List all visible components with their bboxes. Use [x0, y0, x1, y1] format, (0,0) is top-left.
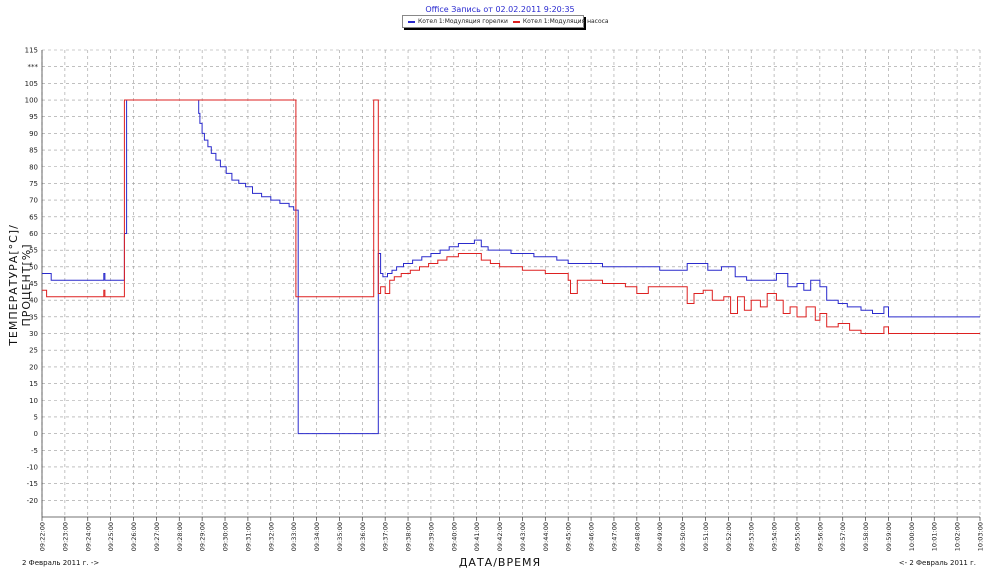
x-tick-label: 09:49:00 [656, 522, 664, 551]
x-tick-label: 10:03:00 [977, 522, 985, 551]
chart-plot: -20-15-10-505101520253035404550556065707… [25, 47, 985, 552]
y-tick-label: -5 [31, 447, 38, 455]
x-tick-label: 09:25:00 [107, 522, 115, 551]
x-tick-label: 09:48:00 [633, 522, 641, 551]
x-tick-label: 09:28:00 [176, 522, 184, 551]
x-tick-label: 09:58:00 [862, 522, 870, 551]
x-tick-label: 09:24:00 [84, 522, 92, 551]
x-axis-label: ДАТА/ВРЕМЯ [458, 556, 542, 569]
y-tick-label: 115 [25, 47, 38, 55]
x-tick-label: 09:32:00 [267, 522, 275, 551]
x-tick-label: 09:23:00 [61, 522, 69, 551]
date-range-end: <- 2 Февраль 2011 г. [898, 559, 976, 567]
x-tick-label: 09:52:00 [725, 522, 733, 551]
x-tick-label: 09:53:00 [748, 522, 756, 551]
x-tick-label: 09:50:00 [679, 522, 687, 551]
x-tick-label: 09:56:00 [816, 522, 824, 551]
x-tick-label: 09:57:00 [839, 522, 847, 551]
y-axis-label: ТЕМПЕРАТУРА[°C]/ПРОЦЕНТ[%] [7, 224, 33, 346]
x-tick-label: 09:33:00 [290, 522, 298, 551]
y-tick-label: 0 [34, 430, 38, 438]
x-tick-label: 09:55:00 [793, 522, 801, 551]
y-tick-label: 5 [34, 413, 38, 421]
x-tick-label: 10:00:00 [908, 522, 916, 551]
x-tick-label: 09:41:00 [473, 522, 481, 551]
x-tick-label: 09:47:00 [610, 522, 618, 551]
x-tick-label: 09:44:00 [542, 522, 550, 551]
y-tick-label: 90 [29, 130, 38, 138]
x-tick-label: 09:46:00 [588, 522, 596, 551]
x-tick-label: 09:51:00 [702, 522, 710, 551]
x-tick-label: 09:22:00 [39, 522, 47, 551]
y-tick-label: -10 [27, 463, 38, 471]
x-tick-label: 10:02:00 [954, 522, 962, 551]
x-tick-label: 09:59:00 [885, 522, 893, 551]
y-tick-label: 10 [29, 397, 38, 405]
x-tick-label: 10:01:00 [931, 522, 939, 551]
x-tick-label: 09:38:00 [405, 522, 413, 551]
x-tick-label: 09:35:00 [336, 522, 344, 551]
x-tick-label: 09:26:00 [130, 522, 138, 551]
x-tick-label: 09:43:00 [519, 522, 527, 551]
y-tick-label: 85 [29, 147, 38, 155]
x-tick-label: 09:39:00 [427, 522, 435, 551]
x-tick-label: 09:31:00 [244, 522, 252, 551]
y-tick-label: 95 [29, 113, 38, 121]
x-tick-label: 09:37:00 [382, 522, 390, 551]
x-tick-label: 09:34:00 [313, 522, 321, 551]
x-tick-label: 09:40:00 [450, 522, 458, 551]
x-tick-label: 09:36:00 [359, 522, 367, 551]
x-tick-label: 09:54:00 [771, 522, 779, 551]
x-tick-label: 09:42:00 [496, 522, 504, 551]
y-tick-label: 80 [29, 163, 38, 171]
y-tick-label: 105 [25, 80, 38, 88]
x-tick-label: 09:29:00 [199, 522, 207, 551]
y-tick-label: -20 [27, 497, 38, 505]
y-tick-label: -15 [27, 480, 38, 488]
x-tick-label: 09:27:00 [153, 522, 161, 551]
x-tick-label: 09:45:00 [565, 522, 573, 551]
x-tick-label: 09:30:00 [222, 522, 230, 551]
y-tick-label: 100 [25, 97, 38, 105]
date-range-start: 2 Февраль 2011 г. -> [22, 559, 100, 567]
y-tick-label: *** [28, 63, 39, 71]
